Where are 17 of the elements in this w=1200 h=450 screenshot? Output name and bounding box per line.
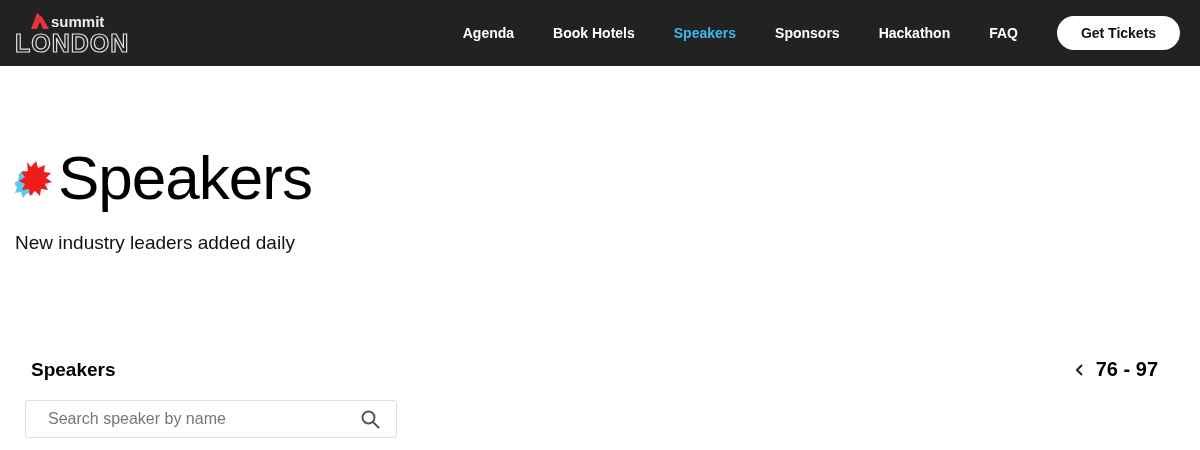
logo-text: LONDON [15,31,131,55]
logo-text: summit [51,12,105,30]
nav-link[interactable]: Book Hotels [553,25,635,41]
section-title: Speakers [31,358,116,381]
previous-icon[interactable] [1075,363,1084,376]
nav-link[interactable]: Speakers [673,25,737,41]
nav-link[interactable]: Agenda [462,25,515,41]
nav-link[interactable]: FAQ [989,25,1018,41]
triangle-icon [31,13,49,29]
nav-link[interactable]: Hackathon [878,25,951,41]
get-tickets-button[interactable]: Get Tickets [1057,16,1180,50]
page-title: Speakers [58,142,312,214]
search-field[interactable]: Search speaker by name [25,400,397,438]
page-subtitle: New industry leaders added daily [15,232,296,254]
search-icon[interactable] [361,410,380,429]
page-range: 76 - 97 [1095,358,1158,381]
nav-link[interactable]: Sponsors [775,25,840,41]
